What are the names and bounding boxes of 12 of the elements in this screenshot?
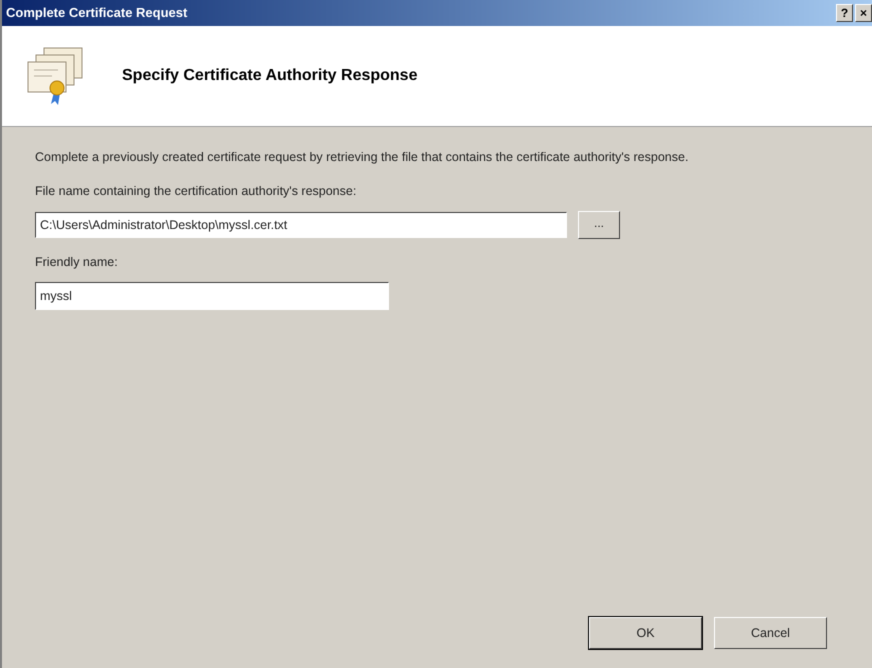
cancel-button[interactable]: Cancel [714, 617, 827, 649]
friendly-name-field[interactable]: myssl [35, 282, 389, 310]
help-button[interactable]: ? [836, 4, 853, 22]
window-title: Complete Certificate Request [6, 4, 188, 22]
browse-button[interactable]: ... [578, 210, 620, 239]
ok-button[interactable]: OK [589, 617, 702, 649]
description-text: Complete a previously created certificate request by retrieving the file that contains the certificate authority's response. [35, 149, 690, 165]
header-title: Specify Certificate Authority Response [122, 66, 418, 86]
close-button[interactable]: × [855, 4, 872, 22]
friendly-name-label: Friendly name: [35, 254, 119, 271]
file-name-label: File name containing the certification authority's response: [35, 183, 358, 200]
file-name-field[interactable]: C:\Users\Administrator\Desktop\myssl.cer.txt [35, 212, 567, 238]
